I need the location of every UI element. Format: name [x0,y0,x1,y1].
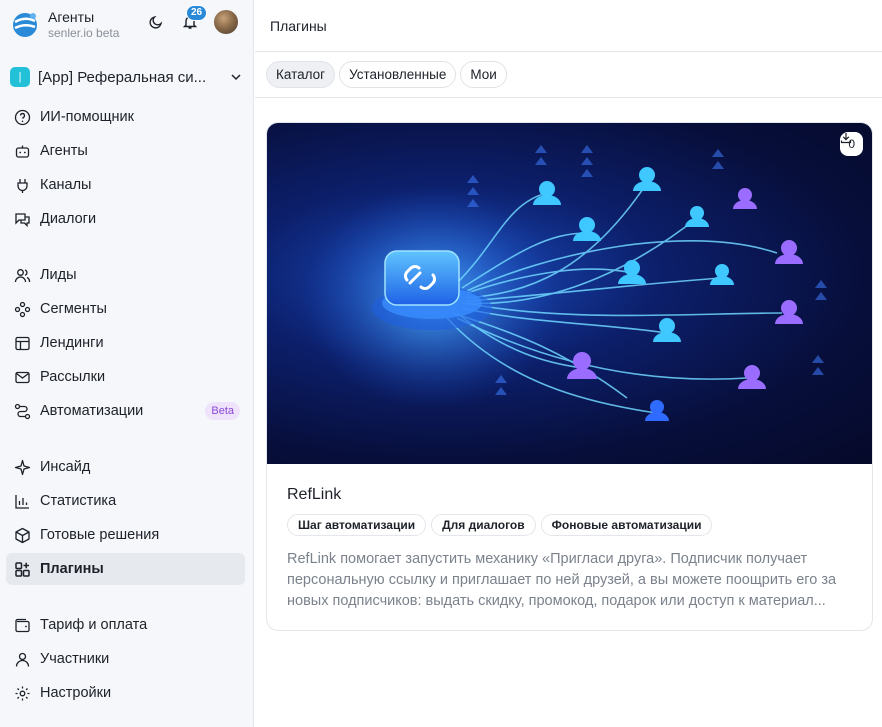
logo-icon [13,13,37,37]
layout-icon [15,336,30,350]
robot-icon [15,145,30,158]
gear-icon [15,686,30,700]
nav-item-channels[interactable]: Каналы [6,169,245,201]
nav-item-automations[interactable]: Автоматизации Beta [6,395,245,427]
nav-item-landings[interactable]: Лендинги [6,327,245,359]
segments-icon [14,301,31,317]
nav-label: Участники [40,651,110,667]
nav-item-agents[interactable]: Агенты [6,135,245,167]
nav-label: Рассылки [40,369,106,385]
nav-group-account: Тариф и оплата Участники Настройки [6,609,245,711]
nav-item-dialogs[interactable]: Диалоги [6,203,245,235]
downloads-badge: 0 [840,132,863,156]
tag: Шаг автоматизации [287,514,427,536]
tab-mine[interactable]: Мои [460,61,507,88]
tab-catalog[interactable]: Каталог [266,61,336,88]
users-icon [14,268,31,282]
nav-item-ai-assistant[interactable]: ИИ-помощник [6,101,245,133]
page-header: Плагины [255,0,882,52]
plugin-tags: Шаг автоматизации Для диалогов Фоновые а… [287,514,852,536]
nav-group-analytics: Инсайд Статистика Готовые решения Плагин… [6,451,245,587]
page-title: Плагины [270,17,327,34]
nav-item-insight[interactable]: Инсайд [6,451,245,483]
nav-label: Плагины [40,561,104,577]
nav-group-audience: Лиды Сегменты Лендинги Рассылки Автомати… [6,259,245,429]
nav-label: Сегменты [40,301,107,317]
notifications-button[interactable]: 26 [180,5,208,32]
puzzle-icon [15,561,30,577]
package-icon [15,527,30,543]
bar-chart-icon [15,494,29,509]
nav-label: Автоматизации [40,403,144,419]
nav-label: Агенты [40,143,88,159]
download-icon [841,133,852,144]
plugin-cover-image: 0 [267,123,872,464]
user-icon [15,652,30,667]
help-circle-icon [14,109,31,125]
chevron-down-icon [231,74,241,81]
brand-title: Агенты [48,9,95,25]
mail-icon [15,371,30,383]
nav-item-mailings[interactable]: Рассылки [6,361,245,393]
sparkle-icon [14,459,31,475]
nav-label: Каналы [40,177,92,193]
nav-label: Диалоги [40,211,97,227]
nav-label: Инсайд [40,459,91,475]
nav-item-billing[interactable]: Тариф и оплата [6,609,245,641]
tag: Фоновые автоматизации [540,514,713,536]
nav-item-leads[interactable]: Лиды [6,259,245,291]
route-icon [14,403,31,419]
brand-subtitle: senler.io beta [48,26,120,40]
nav-label: Статистика [40,493,117,509]
plugin-card[interactable]: 0 RefLink Шаг автоматизации Для диалогов… [266,122,873,631]
nav-label: Лендинги [40,335,104,351]
wallet-icon [15,618,30,632]
nav-item-statistics[interactable]: Статистика [6,485,245,517]
nav-item-segments[interactable]: Сегменты [6,293,245,325]
theme-toggle-button[interactable] [146,12,166,32]
tab-installed[interactable]: Установленные [339,61,457,88]
network-illustration [302,145,827,421]
nav-group-main: ИИ-помощник Агенты Каналы Диалоги [6,101,245,237]
nav-label: Готовые решения [40,527,160,543]
plugin-description: RefLink помогает запустить механику «При… [287,551,837,609]
nav-item-plugins[interactable]: Плагины [6,553,245,585]
tabs: Каталог Установленные Мои [255,52,882,98]
nav-label: ИИ-помощник [40,109,135,125]
project-selector[interactable]: | [App] Реферальная си... [10,64,244,90]
notification-count-badge: 26 [186,5,208,21]
tag: Для диалогов [431,514,536,536]
avatar[interactable] [214,10,238,34]
moon-icon [149,15,163,29]
brand: Агенты senler.io beta 26 [10,5,244,42]
nav-item-ready-solutions[interactable]: Готовые решения [6,519,245,551]
nav-label: Лиды [40,267,77,283]
sidebar: Агенты senler.io beta 26 | [App] Реферал… [0,0,254,727]
nav-item-settings[interactable]: Настройки [6,677,245,709]
plug-icon [17,178,28,193]
project-name: [App] Реферальная си... [38,68,207,86]
chat-icon [15,212,30,227]
project-icon: | [10,67,30,87]
nav-label: Настройки [40,685,112,701]
plugin-title: RefLink [287,486,342,503]
beta-badge: Beta [205,402,240,420]
nav-item-members[interactable]: Участники [6,643,245,675]
nav-label: Тариф и оплата [40,617,148,633]
main-content: Плагины Каталог Установленные Мои 0 RefL… [255,0,882,727]
